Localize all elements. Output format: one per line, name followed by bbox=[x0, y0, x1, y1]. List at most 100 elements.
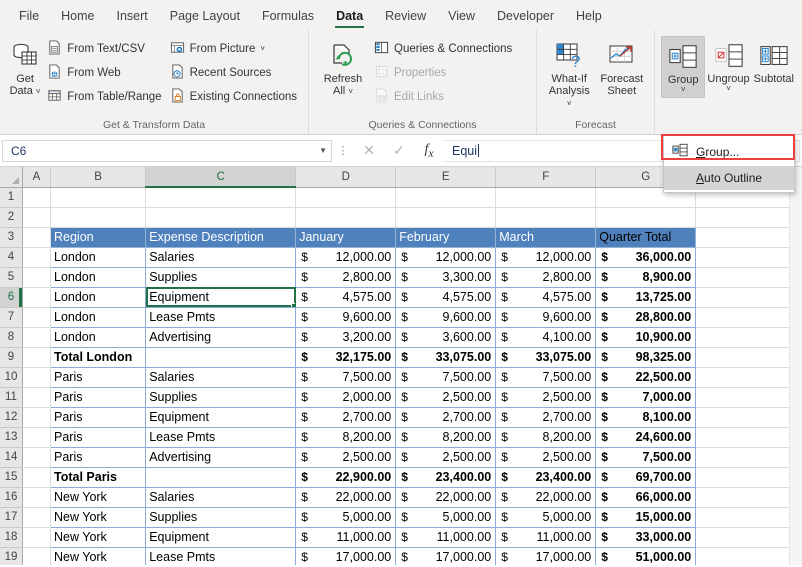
formula-bar-grip[interactable]: ⋮ bbox=[332, 144, 354, 157]
row-header-17[interactable]: 17 bbox=[0, 507, 23, 528]
cell-E17[interactable]: $5,000.00 bbox=[395, 507, 496, 528]
cell-B18[interactable]: New York bbox=[49, 527, 146, 548]
cell-B13[interactable]: Paris bbox=[49, 427, 146, 448]
fill-handle[interactable] bbox=[291, 302, 296, 306]
cell-E15[interactable]: $23,400.00 bbox=[395, 466, 496, 488]
cell-F14[interactable]: $2,500.00 bbox=[495, 447, 596, 468]
cell-A5[interactable] bbox=[22, 267, 51, 288]
column-header-B[interactable]: B bbox=[50, 167, 147, 188]
ribbon-tab-view[interactable]: View bbox=[437, 5, 486, 30]
cell-G7[interactable]: $28,800.00 bbox=[595, 307, 697, 328]
cell-B11[interactable]: Paris bbox=[49, 387, 146, 408]
cell-E3[interactable]: February bbox=[395, 227, 497, 248]
cell-F18[interactable]: $11,000.00 bbox=[495, 527, 596, 548]
cell-E12[interactable]: $2,700.00 bbox=[395, 407, 496, 428]
cell-C5[interactable]: Supplies bbox=[145, 267, 296, 288]
column-header-C[interactable]: C bbox=[145, 167, 297, 188]
cell-G2[interactable] bbox=[595, 207, 697, 228]
cell-D14[interactable]: $2,500.00 bbox=[295, 447, 396, 468]
cell-C18[interactable]: Equipment bbox=[145, 527, 296, 548]
cell-A15[interactable] bbox=[22, 467, 51, 488]
from-table-range-button[interactable]: From Table/Range bbox=[44, 85, 166, 109]
cell-E16[interactable]: $22,000.00 bbox=[395, 487, 496, 508]
row-header-3[interactable]: 3 bbox=[0, 227, 23, 248]
cell-B16[interactable]: New York bbox=[49, 487, 146, 508]
cell-D4[interactable]: $12,000.00 bbox=[295, 247, 396, 268]
close-icon[interactable]: ✕ bbox=[354, 140, 384, 162]
row-header-10[interactable]: 10 bbox=[0, 367, 23, 388]
cell-A3[interactable] bbox=[22, 227, 51, 248]
chevron-down-icon[interactable]: ˅ bbox=[681, 86, 686, 94]
cell-A6[interactable] bbox=[22, 287, 51, 308]
row-header-15[interactable]: 15 bbox=[0, 467, 23, 488]
cell-F5[interactable]: $2,800.00 bbox=[495, 267, 596, 288]
row-header-9[interactable]: 9 bbox=[0, 347, 23, 368]
row-header-4[interactable]: 4 bbox=[0, 247, 23, 268]
cell-C19[interactable]: Lease Pmts bbox=[145, 547, 296, 565]
from-web-button[interactable]: From Web bbox=[44, 61, 166, 85]
cell-F1[interactable] bbox=[495, 187, 597, 208]
cell-C7[interactable]: Lease Pmts bbox=[145, 307, 296, 328]
cell-A7[interactable] bbox=[22, 307, 51, 328]
ribbon-tab-review[interactable]: Review bbox=[374, 5, 437, 30]
cell-C15[interactable] bbox=[145, 466, 296, 488]
cell-G16[interactable]: $66,000.00 bbox=[595, 487, 697, 508]
cell-E5[interactable]: $3,300.00 bbox=[395, 267, 496, 288]
cell-G13[interactable]: $24,600.00 bbox=[595, 427, 697, 448]
cell-E8[interactable]: $3,600.00 bbox=[395, 327, 496, 348]
cell-C10[interactable]: Salaries bbox=[145, 367, 296, 388]
cell-E18[interactable]: $11,000.00 bbox=[395, 527, 496, 548]
spreadsheet-grid[interactable]: ABCDEFGH123RegionExpense DescriptionJanu… bbox=[0, 167, 802, 565]
cell-F3[interactable]: March bbox=[495, 227, 597, 248]
menu-item-auto-outline[interactable]: Auto Outline bbox=[664, 166, 794, 190]
cell-F9[interactable]: $33,075.00 bbox=[495, 346, 596, 368]
chevron-down-icon[interactable]: ˅ bbox=[260, 45, 265, 53]
chevron-down-icon[interactable]: ˅ bbox=[726, 85, 731, 93]
cell-H11[interactable] bbox=[695, 387, 797, 408]
ribbon-tab-page-layout[interactable]: Page Layout bbox=[159, 5, 251, 30]
cell-B12[interactable]: Paris bbox=[49, 407, 146, 428]
cell-H5[interactable] bbox=[695, 267, 797, 288]
cell-E10[interactable]: $7,500.00 bbox=[395, 367, 496, 388]
cell-E2[interactable] bbox=[395, 207, 497, 228]
cell-D13[interactable]: $8,200.00 bbox=[295, 427, 396, 448]
cell-A13[interactable] bbox=[22, 427, 51, 448]
cell-G5[interactable]: $8,900.00 bbox=[595, 267, 697, 288]
cell-F12[interactable]: $2,700.00 bbox=[495, 407, 596, 428]
cell-D8[interactable]: $3,200.00 bbox=[295, 327, 396, 348]
cell-B4[interactable]: London bbox=[49, 247, 146, 268]
vertical-scrollbar[interactable] bbox=[789, 167, 802, 565]
cell-H12[interactable] bbox=[695, 407, 797, 428]
insert-function-icon[interactable]: fx bbox=[414, 140, 444, 162]
cell-G14[interactable]: $7,500.00 bbox=[595, 447, 697, 468]
cell-E14[interactable]: $2,500.00 bbox=[395, 447, 496, 468]
cell-G6[interactable]: $13,725.00 bbox=[595, 287, 697, 308]
cell-H8[interactable] bbox=[695, 327, 797, 348]
cell-F10[interactable]: $7,500.00 bbox=[495, 367, 596, 388]
cell-A11[interactable] bbox=[22, 387, 51, 408]
cell-E19[interactable]: $17,000.00 bbox=[395, 547, 496, 565]
cell-F15[interactable]: $23,400.00 bbox=[495, 466, 596, 488]
from-picture-button[interactable]: From Picture ˅ bbox=[167, 37, 302, 61]
cell-B6[interactable]: London bbox=[49, 287, 146, 308]
cell-D18[interactable]: $11,000.00 bbox=[295, 527, 396, 548]
cell-B17[interactable]: New York bbox=[49, 507, 146, 528]
cell-C1[interactable] bbox=[145, 187, 297, 208]
cell-D7[interactable]: $9,600.00 bbox=[295, 307, 396, 328]
column-header-E[interactable]: E bbox=[395, 167, 497, 188]
name-box-dropdown-icon[interactable]: ▼ bbox=[319, 146, 327, 155]
cell-D12[interactable]: $2,700.00 bbox=[295, 407, 396, 428]
cell-F2[interactable] bbox=[495, 207, 597, 228]
cell-H16[interactable] bbox=[695, 487, 797, 508]
get-data-button[interactable]: Get Data ˅ bbox=[6, 36, 44, 100]
cell-G9[interactable]: $98,325.00 bbox=[595, 346, 697, 368]
cell-A8[interactable] bbox=[22, 327, 51, 348]
ribbon-tab-formulas[interactable]: Formulas bbox=[251, 5, 325, 30]
ribbon-tab-help[interactable]: Help bbox=[565, 5, 613, 30]
cell-C12[interactable]: Equipment bbox=[145, 407, 296, 428]
cell-F4[interactable]: $12,000.00 bbox=[495, 247, 596, 268]
cell-D2[interactable] bbox=[295, 207, 397, 228]
cell-C13[interactable]: Lease Pmts bbox=[145, 427, 296, 448]
row-header-16[interactable]: 16 bbox=[0, 487, 23, 508]
row-header-2[interactable]: 2 bbox=[0, 207, 23, 228]
